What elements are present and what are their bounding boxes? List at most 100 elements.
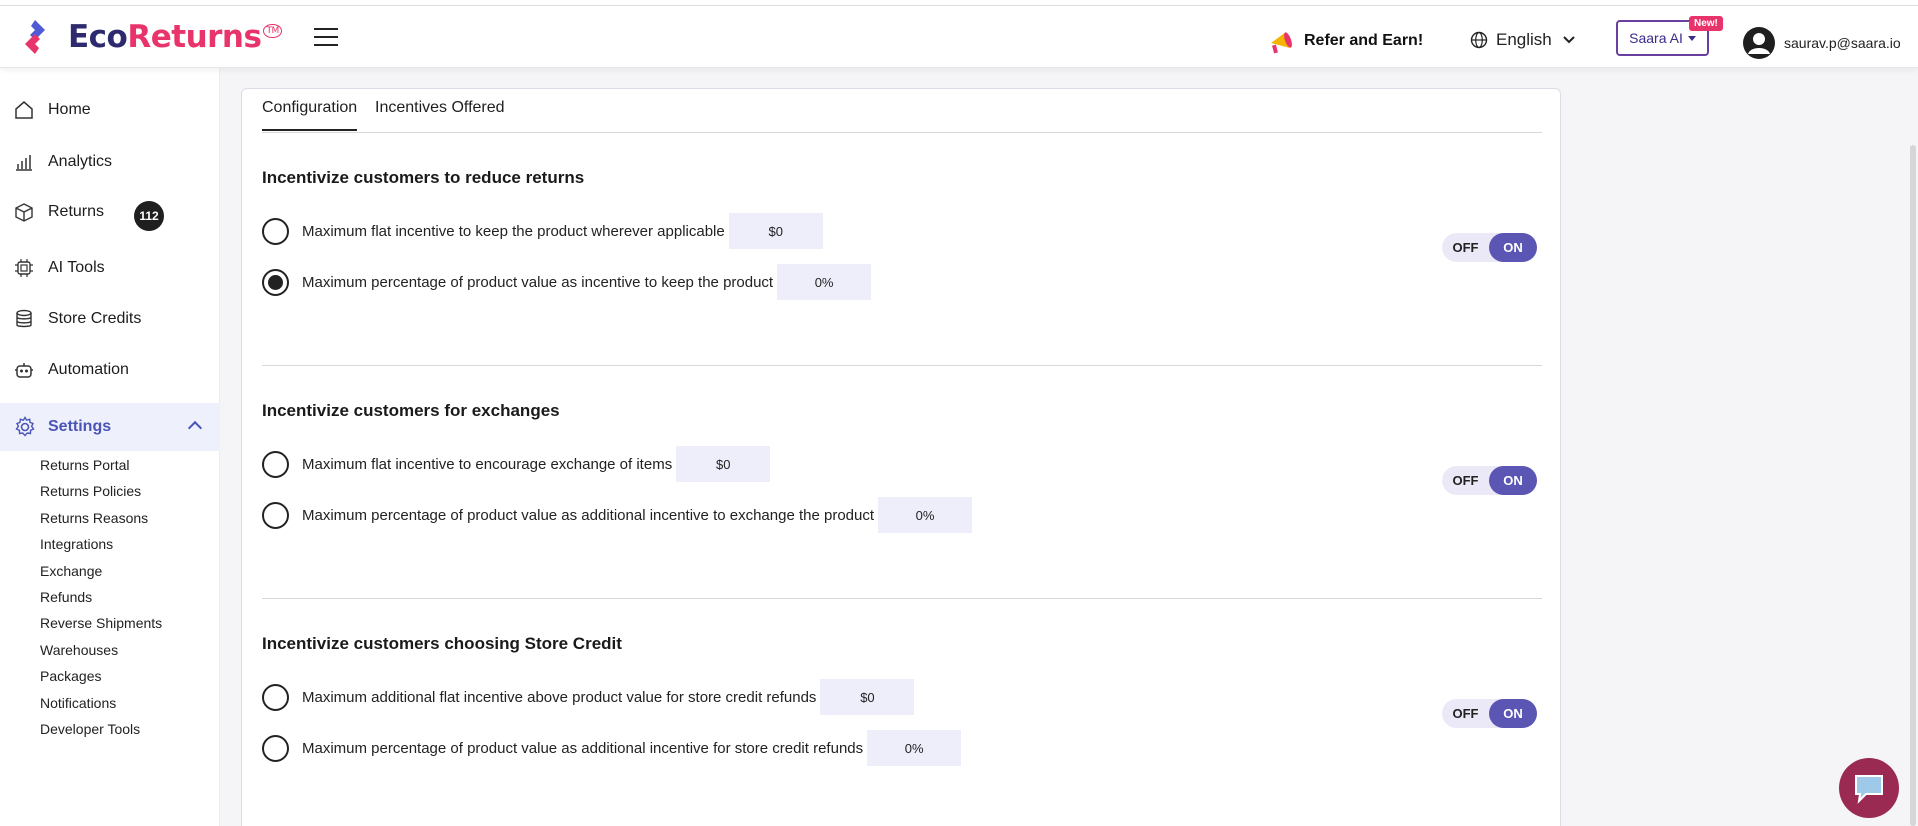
sidebar-subitem-reverse-shipments[interactable]: Reverse Shipments: [40, 615, 162, 631]
box-icon: [15, 203, 33, 222]
database-icon: [16, 309, 32, 328]
sidebar-item-home[interactable]: Home: [14, 100, 91, 120]
sidebar-item-analytics[interactable]: Analytics: [14, 152, 112, 172]
sidebar-item-automation[interactable]: Automation: [14, 360, 129, 380]
sidebar-subitem-exchange[interactable]: Exchange: [40, 563, 102, 579]
option-label: Maximum percentage of product value as a…: [302, 739, 864, 757]
sidebar-subitem-integrations[interactable]: Integrations: [40, 536, 113, 552]
refer-and-earn-label: Refer and Earn!: [1304, 32, 1424, 49]
radio-percent-exchange[interactable]: [262, 501, 289, 529]
section-divider: [262, 598, 1542, 599]
toggle-off-label: OFF: [1452, 240, 1479, 255]
toggle-exchanges[interactable]: OFF ON: [1442, 466, 1537, 495]
sidebar-subitem-returns-reasons[interactable]: Returns Reasons: [40, 510, 148, 526]
option-label: Maximum flat incentive to encourage exch…: [302, 455, 673, 473]
toggle-off-label: OFF: [1452, 706, 1479, 721]
section-divider: [262, 365, 1542, 366]
chip-icon: [15, 259, 33, 277]
option-flat-store-credit: Maximum additional flat incentive above …: [262, 679, 915, 715]
trademark-mark: TM: [263, 24, 282, 38]
sidebar-label-settings: Settings: [48, 418, 112, 435]
chevron-down-icon: [1563, 36, 1575, 44]
chat-support-button[interactable]: [1839, 758, 1899, 818]
avatar-icon: [1743, 27, 1775, 59]
option-flat-keep-product: Maximum flat incentive to keep the produ…: [262, 213, 823, 249]
option-label: Maximum flat incentive to keep the produ…: [302, 222, 725, 240]
sidebar-label-store-credits: Store Credits: [48, 310, 142, 327]
option-label: Maximum percentage of product value as a…: [302, 506, 875, 524]
chevron-up-icon: [187, 420, 203, 436]
language-label: English: [1496, 30, 1552, 49]
page-scrollbar[interactable]: [1910, 145, 1916, 826]
user-email: saurav.p@saara.io: [1784, 35, 1901, 51]
sidebar-subitem-notifications[interactable]: Notifications: [40, 695, 116, 711]
radio-percent-keep-product[interactable]: [262, 268, 289, 296]
section-title-store-credit: Incentivize customers choosing Store Cre…: [262, 634, 622, 653]
percent-exchange-input[interactable]: [878, 497, 973, 533]
option-label: Maximum additional flat incentive above …: [302, 688, 817, 706]
radio-flat-store-credit[interactable]: [262, 683, 289, 711]
toggle-on-label: ON: [1489, 466, 1537, 495]
megaphone-icon: [1271, 32, 1292, 54]
option-flat-exchange: Maximum flat incentive to encourage exch…: [262, 446, 771, 482]
caret-down-icon: [1687, 35, 1696, 41]
sidebar-subitem-packages[interactable]: Packages: [40, 668, 101, 684]
option-percent-exchange: Maximum percentage of product value as a…: [262, 497, 973, 533]
sidebar: Home Analytics Returns 112 AI Tools Stor…: [0, 68, 220, 826]
section-title-exchanges: Incentivize customers for exchanges: [262, 401, 560, 420]
sidebar-label-analytics: Analytics: [48, 153, 113, 170]
sidebar-label-automation: Automation: [48, 361, 129, 378]
hamburger-menu-icon[interactable]: [314, 28, 338, 48]
flat-exchange-input[interactable]: [676, 446, 771, 482]
toggle-off-label: OFF: [1452, 473, 1479, 488]
sidebar-subitem-returns-policies[interactable]: Returns Policies: [40, 483, 141, 499]
percent-store-credit-input[interactable]: [867, 730, 962, 766]
sidebar-item-ai-tools[interactable]: AI Tools: [14, 258, 105, 278]
robot-icon: [15, 363, 33, 378]
sidebar-label-returns: Returns: [48, 203, 105, 220]
toggle-on-label: ON: [1489, 233, 1537, 262]
logo-mark-icon: [25, 20, 45, 54]
sidebar-subitem-returns-portal[interactable]: Returns Portal: [40, 457, 129, 473]
radio-selected-dot: [268, 274, 283, 290]
flat-store-credit-input[interactable]: [820, 679, 915, 715]
brand-logo[interactable]: EcoReturns TM: [18, 18, 282, 56]
radio-flat-keep-product[interactable]: [262, 217, 289, 245]
gear-icon: [15, 416, 35, 437]
sidebar-subitem-refunds[interactable]: Refunds: [40, 589, 92, 605]
sidebar-subitem-warehouses[interactable]: Warehouses: [40, 642, 118, 658]
tab-configuration[interactable]: Configuration: [262, 99, 358, 131]
saara-ai-label: Saara AI: [1629, 30, 1683, 46]
bar-chart-icon: [16, 155, 32, 171]
sidebar-item-store-credits[interactable]: Store Credits: [14, 309, 141, 329]
radio-flat-exchange[interactable]: [262, 450, 289, 478]
option-label: Maximum percentage of product value as i…: [302, 273, 774, 291]
sidebar-subitem-developer-tools[interactable]: Developer Tools: [40, 721, 140, 737]
sidebar-label-ai-tools: AI Tools: [48, 259, 105, 276]
returns-count-badge: 112: [134, 201, 164, 231]
section-title-reduce-returns: Incentivize customers to reduce returns: [262, 168, 585, 187]
logo-returns-text: Returns: [127, 19, 262, 55]
sidebar-item-settings[interactable]: Settings: [0, 403, 220, 451]
user-menu[interactable]: saurav.p@saara.io: [1742, 26, 1901, 60]
logo-eco-text: Eco: [68, 19, 128, 55]
tab-bar: Configuration Incentives Offered: [262, 89, 1542, 133]
logo-wordmark: EcoReturns TM: [68, 19, 282, 55]
tab-incentives-offered[interactable]: Incentives Offered: [375, 99, 505, 129]
top-header: EcoReturns TM Refer and Earn! English Saa…: [0, 6, 1918, 68]
refer-and-earn-button[interactable]: Refer and Earn!: [1266, 26, 1423, 56]
chat-bubble-icon: [1855, 775, 1883, 804]
toggle-store-credit[interactable]: OFF ON: [1442, 699, 1537, 728]
radio-percent-store-credit[interactable]: [262, 734, 289, 762]
new-badge: New!: [1689, 16, 1723, 31]
incentives-card: Configuration Incentives Offered Incenti…: [241, 88, 1561, 826]
option-percent-keep-product: Maximum percentage of product value as i…: [262, 264, 872, 300]
percent-keep-product-input[interactable]: [777, 264, 872, 300]
flat-keep-product-input[interactable]: [728, 213, 823, 249]
sidebar-item-returns[interactable]: Returns: [14, 202, 104, 222]
toggle-reduce-returns[interactable]: OFF ON: [1442, 233, 1537, 262]
globe-icon: [1470, 31, 1488, 49]
language-selector[interactable]: English: [1470, 30, 1576, 50]
sidebar-label-home: Home: [48, 101, 91, 118]
toggle-on-label: ON: [1489, 699, 1537, 728]
